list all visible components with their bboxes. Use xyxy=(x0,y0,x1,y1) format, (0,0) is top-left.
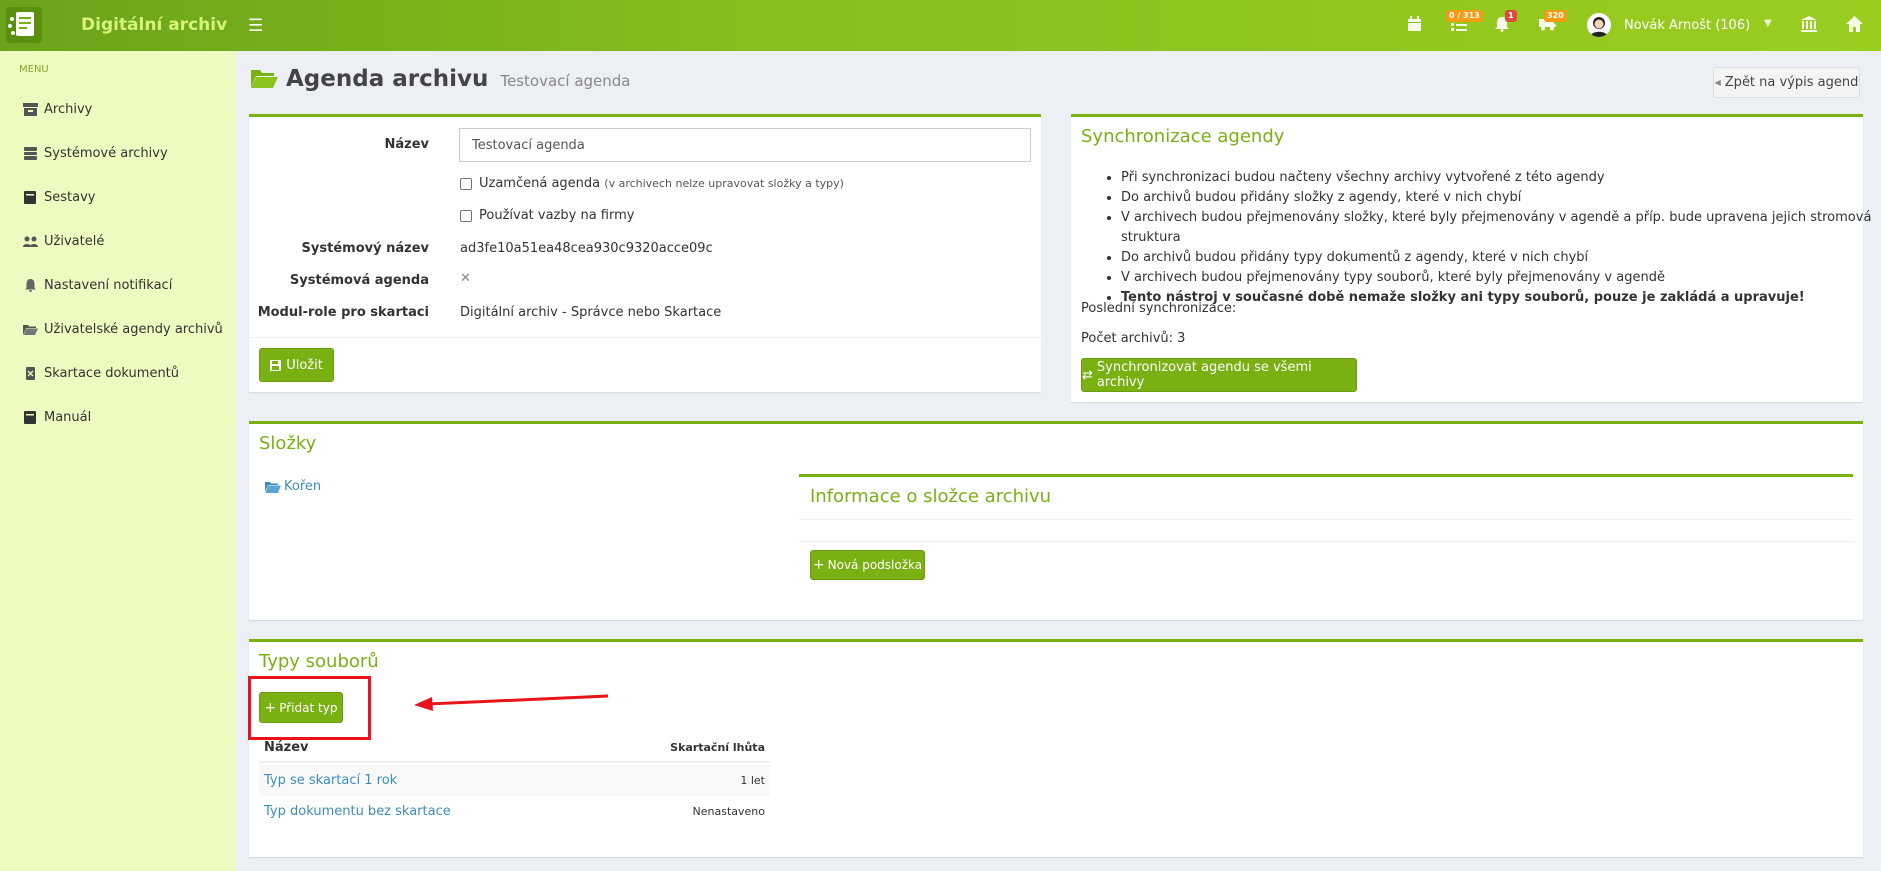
sidebar-item-label: Uživatelé xyxy=(44,234,105,249)
calendar-icon[interactable] xyxy=(1407,16,1422,32)
menu-toggle-icon[interactable]: ☰ xyxy=(248,16,263,36)
folder-info-title: Informace o složce archivu xyxy=(810,486,1052,507)
use-firms-checkbox[interactable] xyxy=(460,210,472,222)
sidebar-item-label: Sestavy xyxy=(44,190,96,205)
tree-node-label[interactable]: Kořen xyxy=(284,479,321,494)
plus-icon: + xyxy=(812,557,825,573)
logo-icon xyxy=(6,7,42,43)
chevron-down-icon[interactable]: ▼ xyxy=(1764,18,1772,29)
page-header: Agenda archivu Testovací agenda xyxy=(251,66,631,92)
table-row[interactable]: Typ dokumentu bez skartace Nenastaveno xyxy=(259,796,770,827)
type-name-link[interactable]: Typ se skartací 1 rok xyxy=(264,773,397,788)
sidebar-item-archivy[interactable]: Archivy xyxy=(23,102,92,117)
sidebar-item-label: Archivy xyxy=(44,102,93,117)
new-subfolder-button-label: Nová podsložka xyxy=(827,558,923,572)
truck-badge: 320 xyxy=(1544,10,1567,22)
save-button-label: Uložit xyxy=(286,357,323,373)
synchronize-button[interactable]: ⇄ Synchronizovat agendu se všemi archivy xyxy=(1081,358,1357,392)
sync-info-list: Při synchronizaci budou načteny všechny … xyxy=(1121,168,1881,308)
page-title: Agenda archivu xyxy=(286,66,489,92)
back-button-label: Zpět na výpis agend xyxy=(1724,75,1859,90)
type-period: Nenastaveno xyxy=(692,805,765,818)
sysagenda-label: Systémová agenda xyxy=(289,273,429,288)
exchange-icon: ⇄ xyxy=(1082,367,1093,383)
archive-count: Počet archivů: 3 xyxy=(1081,331,1186,346)
sync-title: Synchronizace agendy xyxy=(1081,126,1285,147)
home-icon[interactable] xyxy=(1846,16,1863,32)
divider xyxy=(799,541,1853,542)
floppy-disk-icon xyxy=(270,359,282,371)
sidebar-item-uzivatele[interactable]: Uživatelé xyxy=(23,234,104,249)
sysname-value: ad3fe10a51ea48cea930c9320acce09c xyxy=(460,241,713,256)
use-firms-label: Používat vazby na firmy xyxy=(479,208,635,223)
sidebar-item-manual[interactable]: Manuál xyxy=(23,410,91,425)
top-navbar: Digitální archiv ☰ 0 / 313 1 320 Novák A… xyxy=(0,0,1881,51)
book-icon xyxy=(24,191,36,204)
name-input-value: Testovací agenda xyxy=(472,137,585,153)
sidebar-item-label: Uživatelské agendy archivů xyxy=(44,322,223,337)
folder-open-icon xyxy=(23,325,38,335)
sidebar-item-label: Skartace dokumentů xyxy=(44,366,180,381)
sidebar-item-skartace-dokumentu[interactable]: Skartace dokumentů xyxy=(23,366,179,381)
divider xyxy=(249,337,1041,338)
sidebar-item-nastaveni-notifikaci[interactable]: Nastavení notifikací xyxy=(23,278,172,293)
users-icon xyxy=(23,236,38,247)
sysname-label: Systémový název xyxy=(301,241,429,256)
table-row[interactable]: Typ se skartací 1 rok 1 let xyxy=(259,765,770,796)
sidebar-item-label: Manuál xyxy=(44,410,92,425)
user-avatar[interactable] xyxy=(1587,13,1611,37)
name-label: Název xyxy=(384,137,429,152)
book-icon xyxy=(24,411,36,424)
highlight-annotation xyxy=(248,676,371,740)
app-title: Digitální archiv xyxy=(81,15,228,35)
sidebar-item-label: Systémové archivy xyxy=(44,146,168,161)
locked-agenda-label: Uzamčená agenda (v archivech nelze uprav… xyxy=(479,176,844,191)
database-icon xyxy=(24,147,37,160)
type-period: 1 let xyxy=(740,774,765,787)
list-item: V archivech budou přejmenovány typy soub… xyxy=(1121,268,1881,288)
sidebar-item-sestavy[interactable]: Sestavy xyxy=(23,190,95,205)
chevron-left-icon: ◀ xyxy=(1714,78,1721,87)
arrow-annotation xyxy=(414,694,609,711)
col-name-header: Název xyxy=(264,739,309,755)
back-button[interactable]: ◀ Zpět na výpis agend xyxy=(1713,67,1860,98)
user-name[interactable]: Novák Arnošt (106) xyxy=(1624,18,1750,33)
sidebar-item-label: Nastavení notifikací xyxy=(44,278,173,293)
folders-title: Složky xyxy=(259,433,317,454)
locked-agenda-note: (v archivech nelze upravovat složky a ty… xyxy=(604,177,844,190)
name-input[interactable]: Testovací agenda xyxy=(459,128,1031,162)
file-types-title: Typy souborů xyxy=(259,651,379,672)
list-item: Při synchronizaci budou načteny všechny … xyxy=(1121,168,1881,188)
tree-node-root[interactable]: Kořen xyxy=(265,479,321,494)
role-value: Digitální archiv - Správce nebo Skartace xyxy=(460,305,722,320)
folder-open-icon xyxy=(251,70,278,88)
list-item: Do archivů budou přidány složky z agendy… xyxy=(1121,188,1881,208)
last-sync-label: Poslední synchronizace: xyxy=(1081,301,1237,316)
list-item: Do archivů budou přidány typy dokumentů … xyxy=(1121,248,1881,268)
archive-icon xyxy=(23,103,38,116)
menu-header: MENU xyxy=(19,64,49,75)
save-button[interactable]: Uložit xyxy=(259,348,334,382)
list-item: V archivech budou přejmenovány složky, k… xyxy=(1121,208,1881,248)
type-name-link[interactable]: Typ dokumentu bez skartace xyxy=(264,804,451,819)
page-subtitle: Testovací agenda xyxy=(500,72,631,90)
synchronize-button-label: Synchronizovat agendu se všemi archivy xyxy=(1096,360,1312,390)
folder-open-icon xyxy=(265,481,281,493)
notifications-badge: 1 xyxy=(1505,10,1517,22)
sidebar-item-systemove-archivy[interactable]: Systémové archivy xyxy=(23,146,168,161)
sidebar: MENU Archivy Systémové archivy Sestavy U… xyxy=(0,51,236,871)
role-label: Modul-role pro skartaci xyxy=(257,305,429,320)
locked-agenda-checkbox[interactable] xyxy=(460,178,472,190)
new-subfolder-button[interactable]: + Nová podsložka xyxy=(810,550,925,580)
logo-area[interactable]: Digitální archiv xyxy=(0,0,236,51)
divider xyxy=(799,519,1853,520)
table-header: Název Skartační lhůta xyxy=(259,733,770,763)
institution-icon[interactable] xyxy=(1801,16,1817,32)
bell-icon xyxy=(25,279,36,292)
trash-icon xyxy=(26,367,35,380)
sidebar-item-uzivatelske-agendy[interactable]: Uživatelské agendy archivů xyxy=(23,322,223,337)
col-period-header: Skartační lhůta xyxy=(670,740,765,754)
tasks-badge: 0 / 313 xyxy=(1446,10,1483,22)
close-icon: ✕ xyxy=(460,271,471,286)
